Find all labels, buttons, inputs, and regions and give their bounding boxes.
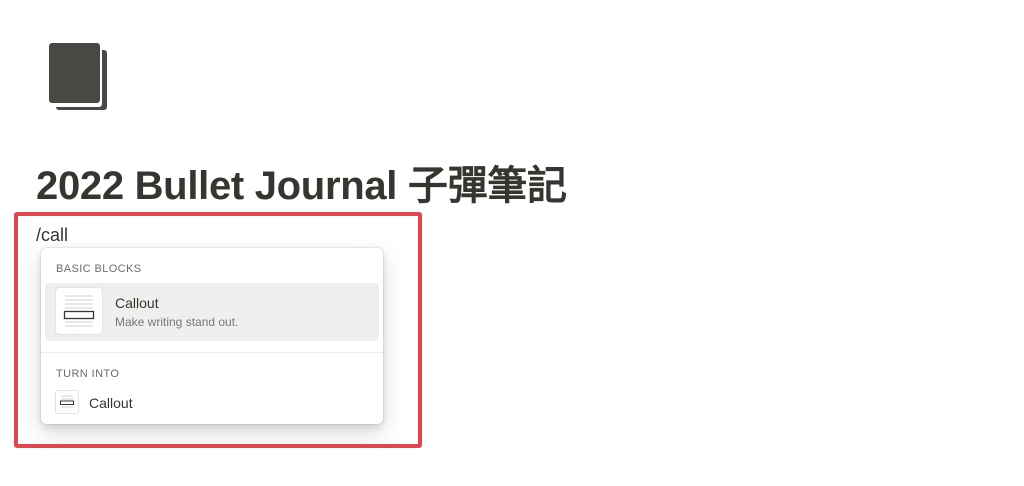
callout-block-icon — [55, 287, 103, 335]
menu-item-title: Callout — [115, 295, 159, 311]
slash-command-input[interactable]: /call — [36, 222, 68, 248]
menu-item-callout-block[interactable]: Callout Make writing stand out. — [45, 283, 379, 341]
menu-divider — [41, 352, 383, 353]
section-header-basic-blocks: BASIC BLOCKS — [56, 263, 142, 275]
menu-item-title: Callout — [89, 395, 133, 411]
book-icon[interactable] — [46, 42, 110, 112]
callout-block-icon — [55, 390, 79, 414]
section-header-turn-into: TURN INTO — [56, 368, 120, 380]
menu-item-description: Make writing stand out. — [115, 315, 239, 329]
menu-item-turn-into-callout[interactable]: Callout — [45, 389, 379, 417]
slash-command-menu: BASIC BLOCKS Callout Make writing stand … — [41, 248, 383, 424]
page-title[interactable]: 2022 Bullet Journal 子彈筆記 — [36, 158, 567, 214]
